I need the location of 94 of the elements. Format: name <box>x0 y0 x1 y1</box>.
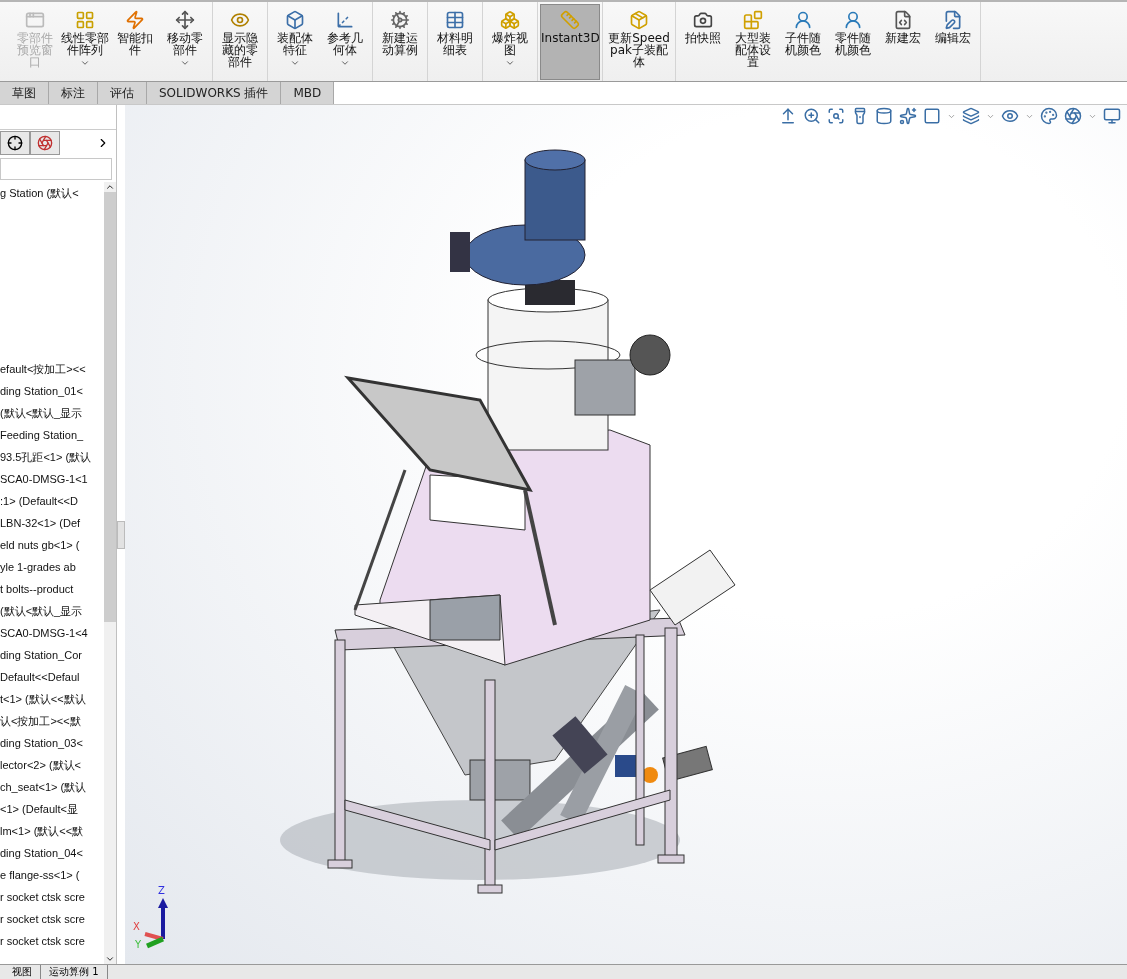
sparkle-icon[interactable] <box>899 107 917 125</box>
tree-item[interactable]: <1> (Default<显 <box>0 798 78 820</box>
tree-item[interactable]: 93.5孔距<1> (默认 <box>0 446 92 468</box>
tree-item[interactable]: Default<<Defaul <box>0 666 80 688</box>
tree-item[interactable]: r socket ctsk scre <box>0 886 85 908</box>
tree-item[interactable]: t bolts--product <box>0 578 74 600</box>
toolbar-button[interactable]: 移动零部件 <box>160 4 210 80</box>
caret-icon <box>180 58 190 68</box>
toolbar-button[interactable]: Instant3D <box>540 4 600 80</box>
person-icon <box>843 10 863 30</box>
tree-item[interactable]: Feeding Station_ <box>0 424 84 446</box>
filter-field[interactable] <box>0 158 112 180</box>
ribbon-tab[interactable]: 标注 <box>49 82 98 104</box>
lightning-icon <box>125 10 145 30</box>
caret-icon <box>505 58 515 68</box>
scrollbar[interactable] <box>104 182 116 964</box>
toolbar-button[interactable]: 新建宏 <box>878 4 928 80</box>
toolbar-button[interactable]: 大型装配体设置 <box>728 4 778 80</box>
tree-item[interactable]: e flange-ss<1> ( <box>0 864 80 886</box>
gear-icon <box>390 10 410 30</box>
box-icon <box>285 10 305 30</box>
ribbon-tab[interactable]: 草图 <box>0 82 49 104</box>
ruler-icon <box>560 10 580 30</box>
y-axis-label: Y <box>135 939 142 950</box>
window-icon <box>25 10 45 30</box>
zoom-icon[interactable] <box>803 107 821 125</box>
eye-icon <box>230 10 250 30</box>
tree-item[interactable]: eld nuts gb<1> ( <box>0 534 80 556</box>
z-axis-label: Z <box>158 885 165 896</box>
cylinder-icon[interactable] <box>875 107 893 125</box>
ribbon-tab[interactable]: 评估 <box>98 82 147 104</box>
toolbar-button[interactable]: 参考几何体 <box>320 4 370 80</box>
tree-item[interactable]: ding Station_Cor <box>0 644 82 666</box>
zoom-area-icon[interactable] <box>827 107 845 125</box>
tree-item[interactable]: r socket ctsk scre <box>0 908 85 930</box>
person-icon <box>793 10 813 30</box>
tree-item[interactable]: t<1> (默认<<默认 <box>0 688 86 710</box>
tree-item[interactable]: efault<按加工><< <box>0 358 86 380</box>
tree-item[interactable]: g Station (默认< <box>0 182 79 204</box>
tree-item[interactable]: ding Station_03< <box>0 732 83 754</box>
toolbar-button[interactable]: 新建运动算例 <box>375 4 425 80</box>
crosshair-icon <box>7 135 23 151</box>
toolbar-button[interactable]: 更新Speedpak子装配体 <box>605 4 673 80</box>
tree-item[interactable]: ch_seat<1> (默认 <box>0 776 87 798</box>
toolbar-button[interactable]: 显示隐藏的零部件 <box>215 4 265 80</box>
tree-item[interactable]: 认<按加工><<默 <box>0 710 81 732</box>
panel-handle[interactable] <box>117 520 125 549</box>
package-icon <box>629 10 649 30</box>
toolbar-button[interactable]: 编辑宏 <box>928 4 978 80</box>
caret-icon <box>340 58 350 68</box>
axis-triad-drawing <box>144 898 168 949</box>
tree-item[interactable]: r socket ctsk scre <box>0 930 85 952</box>
file-pencil-icon <box>943 10 963 30</box>
ribbon-tab[interactable]: SOLIDWORKS 插件 <box>147 82 282 104</box>
boxes-icon <box>500 10 520 30</box>
x-axis-label: X <box>133 921 140 932</box>
toolbar-button[interactable]: 拍快照 <box>678 4 728 80</box>
scroll-up-icon[interactable] <box>105 182 115 192</box>
eye-icon[interactable] <box>1001 107 1019 125</box>
toolbar-button[interactable]: 智能扣件 <box>110 4 160 80</box>
arrow-up-icon[interactable] <box>779 107 797 125</box>
caret-icon <box>290 58 300 68</box>
tree-item[interactable]: SCA0-DMSG-1<1 <box>0 468 88 490</box>
tree-item[interactable]: ding Station_04< <box>0 842 83 864</box>
tree-item[interactable]: lector<2> (默认< <box>0 754 81 776</box>
tree-item[interactable]: (默认<默认_显示 <box>0 600 83 622</box>
move-icon <box>175 10 195 30</box>
file-icon <box>893 10 913 30</box>
crosshair-tab[interactable] <box>0 131 30 155</box>
caret-icon <box>80 58 90 68</box>
blocks-icon <box>743 10 763 30</box>
tree-item[interactable]: lm<1> (默认<<默 <box>0 820 84 842</box>
tree-item[interactable]: LBN-32<1> (Def <box>0 512 81 534</box>
table-icon <box>445 10 465 30</box>
ribbon-tab[interactable]: MBD <box>281 82 335 104</box>
tree-item[interactable]: ding Station_01< <box>0 380 83 402</box>
axis-icon <box>335 10 355 30</box>
scroll-down-icon[interactable] <box>105 954 115 964</box>
toolbar-button[interactable]: 装配体特征 <box>270 4 320 80</box>
monitor-icon[interactable] <box>1103 107 1121 125</box>
appearance-tab[interactable] <box>30 131 60 155</box>
palette-icon[interactable] <box>1040 107 1058 125</box>
tree-item[interactable]: SCA0-DMSG-1<4 <box>0 622 88 644</box>
tree-item[interactable]: :1> (Default<<D <box>0 490 78 512</box>
tree-item[interactable]: yle 1-grades ab <box>0 556 76 578</box>
grid-icon <box>75 10 95 30</box>
toolbar-button[interactable]: 子件随机颜色 <box>778 4 828 80</box>
toolbar-button[interactable]: 爆炸视图 <box>485 4 535 80</box>
tree-item[interactable]: (默认<默认_显示 <box>0 402 83 424</box>
toolbar-button[interactable]: 材料明细表 <box>430 4 480 80</box>
layers-icon[interactable] <box>962 107 980 125</box>
toolbar-button[interactable]: 零件随机颜色 <box>828 4 878 80</box>
toolbar-button[interactable]: 线性零部件阵列 <box>60 4 110 80</box>
camera-icon <box>693 10 713 30</box>
